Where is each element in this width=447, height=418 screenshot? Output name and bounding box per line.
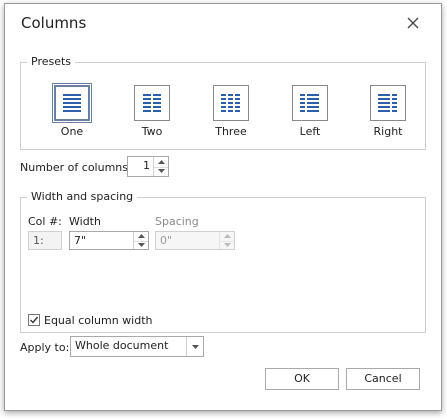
chevron-down-icon (191, 344, 199, 349)
number-of-columns-stepper[interactable]: 1 (127, 156, 169, 177)
width-stepper[interactable]: 7" (69, 231, 149, 250)
width-header: Width (69, 215, 101, 228)
spacing-value: 0" (160, 234, 173, 247)
col-number-field: 1: (28, 231, 62, 250)
presets-group: Presets One Two Three Left Right (20, 55, 426, 150)
width-spacing-group: Width and spacing Col #: Width Spacing 1… (20, 190, 426, 333)
number-of-columns-label: Number of columns: (20, 161, 132, 174)
apply-to-select[interactable]: Whole document (70, 336, 204, 357)
left-column-icon (292, 85, 328, 121)
three-columns-icon (213, 85, 249, 121)
width-spin[interactable] (133, 232, 148, 249)
preset-three-label: Three (215, 125, 247, 138)
cancel-button[interactable]: Cancel (346, 368, 420, 390)
chevron-down-icon[interactable] (134, 241, 148, 250)
chevron-down-icon (220, 241, 234, 250)
preset-two-label: Two (141, 125, 163, 138)
equal-width-label[interactable]: Equal column width (44, 314, 153, 327)
close-icon[interactable] (402, 12, 424, 34)
columns-dialog: Columns Presets One Two Three Left Right… (4, 3, 442, 411)
apply-to-value: Whole document (75, 339, 169, 352)
preset-one-label: One (60, 125, 84, 138)
width-spacing-legend: Width and spacing (27, 190, 138, 204)
dropdown-button[interactable] (186, 337, 203, 356)
col-number-header: Col #: (28, 215, 62, 228)
dialog-title: Columns (21, 14, 87, 32)
equal-width-checkbox[interactable] (28, 314, 40, 326)
preset-right[interactable]: Right (363, 85, 413, 138)
spacing-stepper: 0" (155, 231, 235, 250)
presets-legend: Presets (27, 55, 76, 69)
preset-left[interactable]: Left (285, 85, 335, 138)
preset-three[interactable]: Three (206, 85, 256, 138)
two-columns-icon (134, 85, 170, 121)
preset-right-label: Right (373, 125, 403, 138)
preset-one[interactable]: One (47, 83, 97, 138)
number-of-columns-value: 1 (143, 159, 150, 172)
ok-button[interactable]: OK (265, 368, 339, 390)
apply-to-label: Apply to: (20, 341, 70, 354)
spacing-spin (219, 232, 234, 249)
preset-two[interactable]: Two (127, 85, 177, 138)
width-value: 7" (74, 234, 87, 247)
right-column-icon (370, 85, 406, 121)
one-column-icon (52, 83, 92, 123)
checkmark-icon (30, 316, 39, 324)
spacing-header: Spacing (155, 215, 199, 228)
chevron-down-icon[interactable] (154, 167, 168, 177)
preset-left-label: Left (299, 125, 321, 138)
number-of-columns-spin[interactable] (153, 157, 168, 176)
